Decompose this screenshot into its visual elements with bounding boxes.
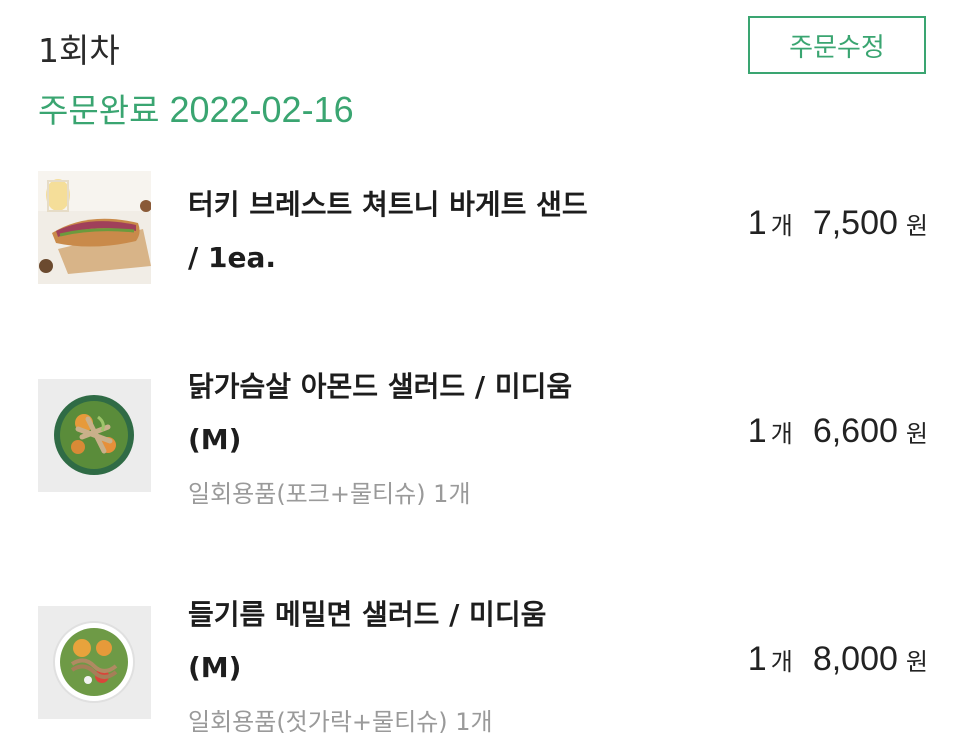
baguette-sandwich-photo [38,171,151,284]
item-qty: 1 [747,640,767,678]
item-qty-unit: 개 [770,420,793,448]
item-qty: 1 [747,204,767,242]
item-price: 6,600 [812,412,898,450]
item-qty: 1 [747,412,767,450]
item-qty-unit: 개 [770,648,793,676]
item-name[interactable]: 터키 브레스트 쳐트니 바게트 샌드 / 1ea. [188,178,598,284]
item-qty-price: 1 개 6,600 원 [748,412,928,451]
item-price: 7,500 [812,204,898,242]
order-status: 주문완료 2022-02-16 [38,84,354,132]
product-image-chicken-salad[interactable] [38,379,151,492]
product-image-noodle-salad[interactable] [38,606,151,719]
item-qty-price: 1 개 8,000 원 [748,640,928,679]
order-date: 2022-02-16 [169,89,354,130]
item-name[interactable]: 닭가슴살 아몬드 샐러드 / 미디움 (M) [188,360,598,466]
item-price: 8,000 [812,640,898,678]
order-round-title: 1회차 [38,31,120,70]
product-image-baguette[interactable] [38,171,151,284]
item-option: 일회용품(젓가락+물티슈) 1개 [188,708,493,736]
item-currency: 원 [905,648,928,676]
edit-order-button[interactable]: 주문수정 [748,16,926,74]
buckwheat-noodle-salad-photo [38,606,151,719]
item-qty-price: 1 개 7,500 원 [748,204,928,243]
item-option: 일회용품(포크+물티슈) 1개 [188,480,471,508]
order-status-label: 주문완료 [38,91,160,130]
item-currency: 원 [905,212,928,240]
item-name[interactable]: 들기름 메밀면 샐러드 / 미디움 (M) [188,588,598,694]
item-qty-unit: 개 [770,212,793,240]
item-currency: 원 [905,420,928,448]
chicken-almond-salad-photo [38,379,151,492]
